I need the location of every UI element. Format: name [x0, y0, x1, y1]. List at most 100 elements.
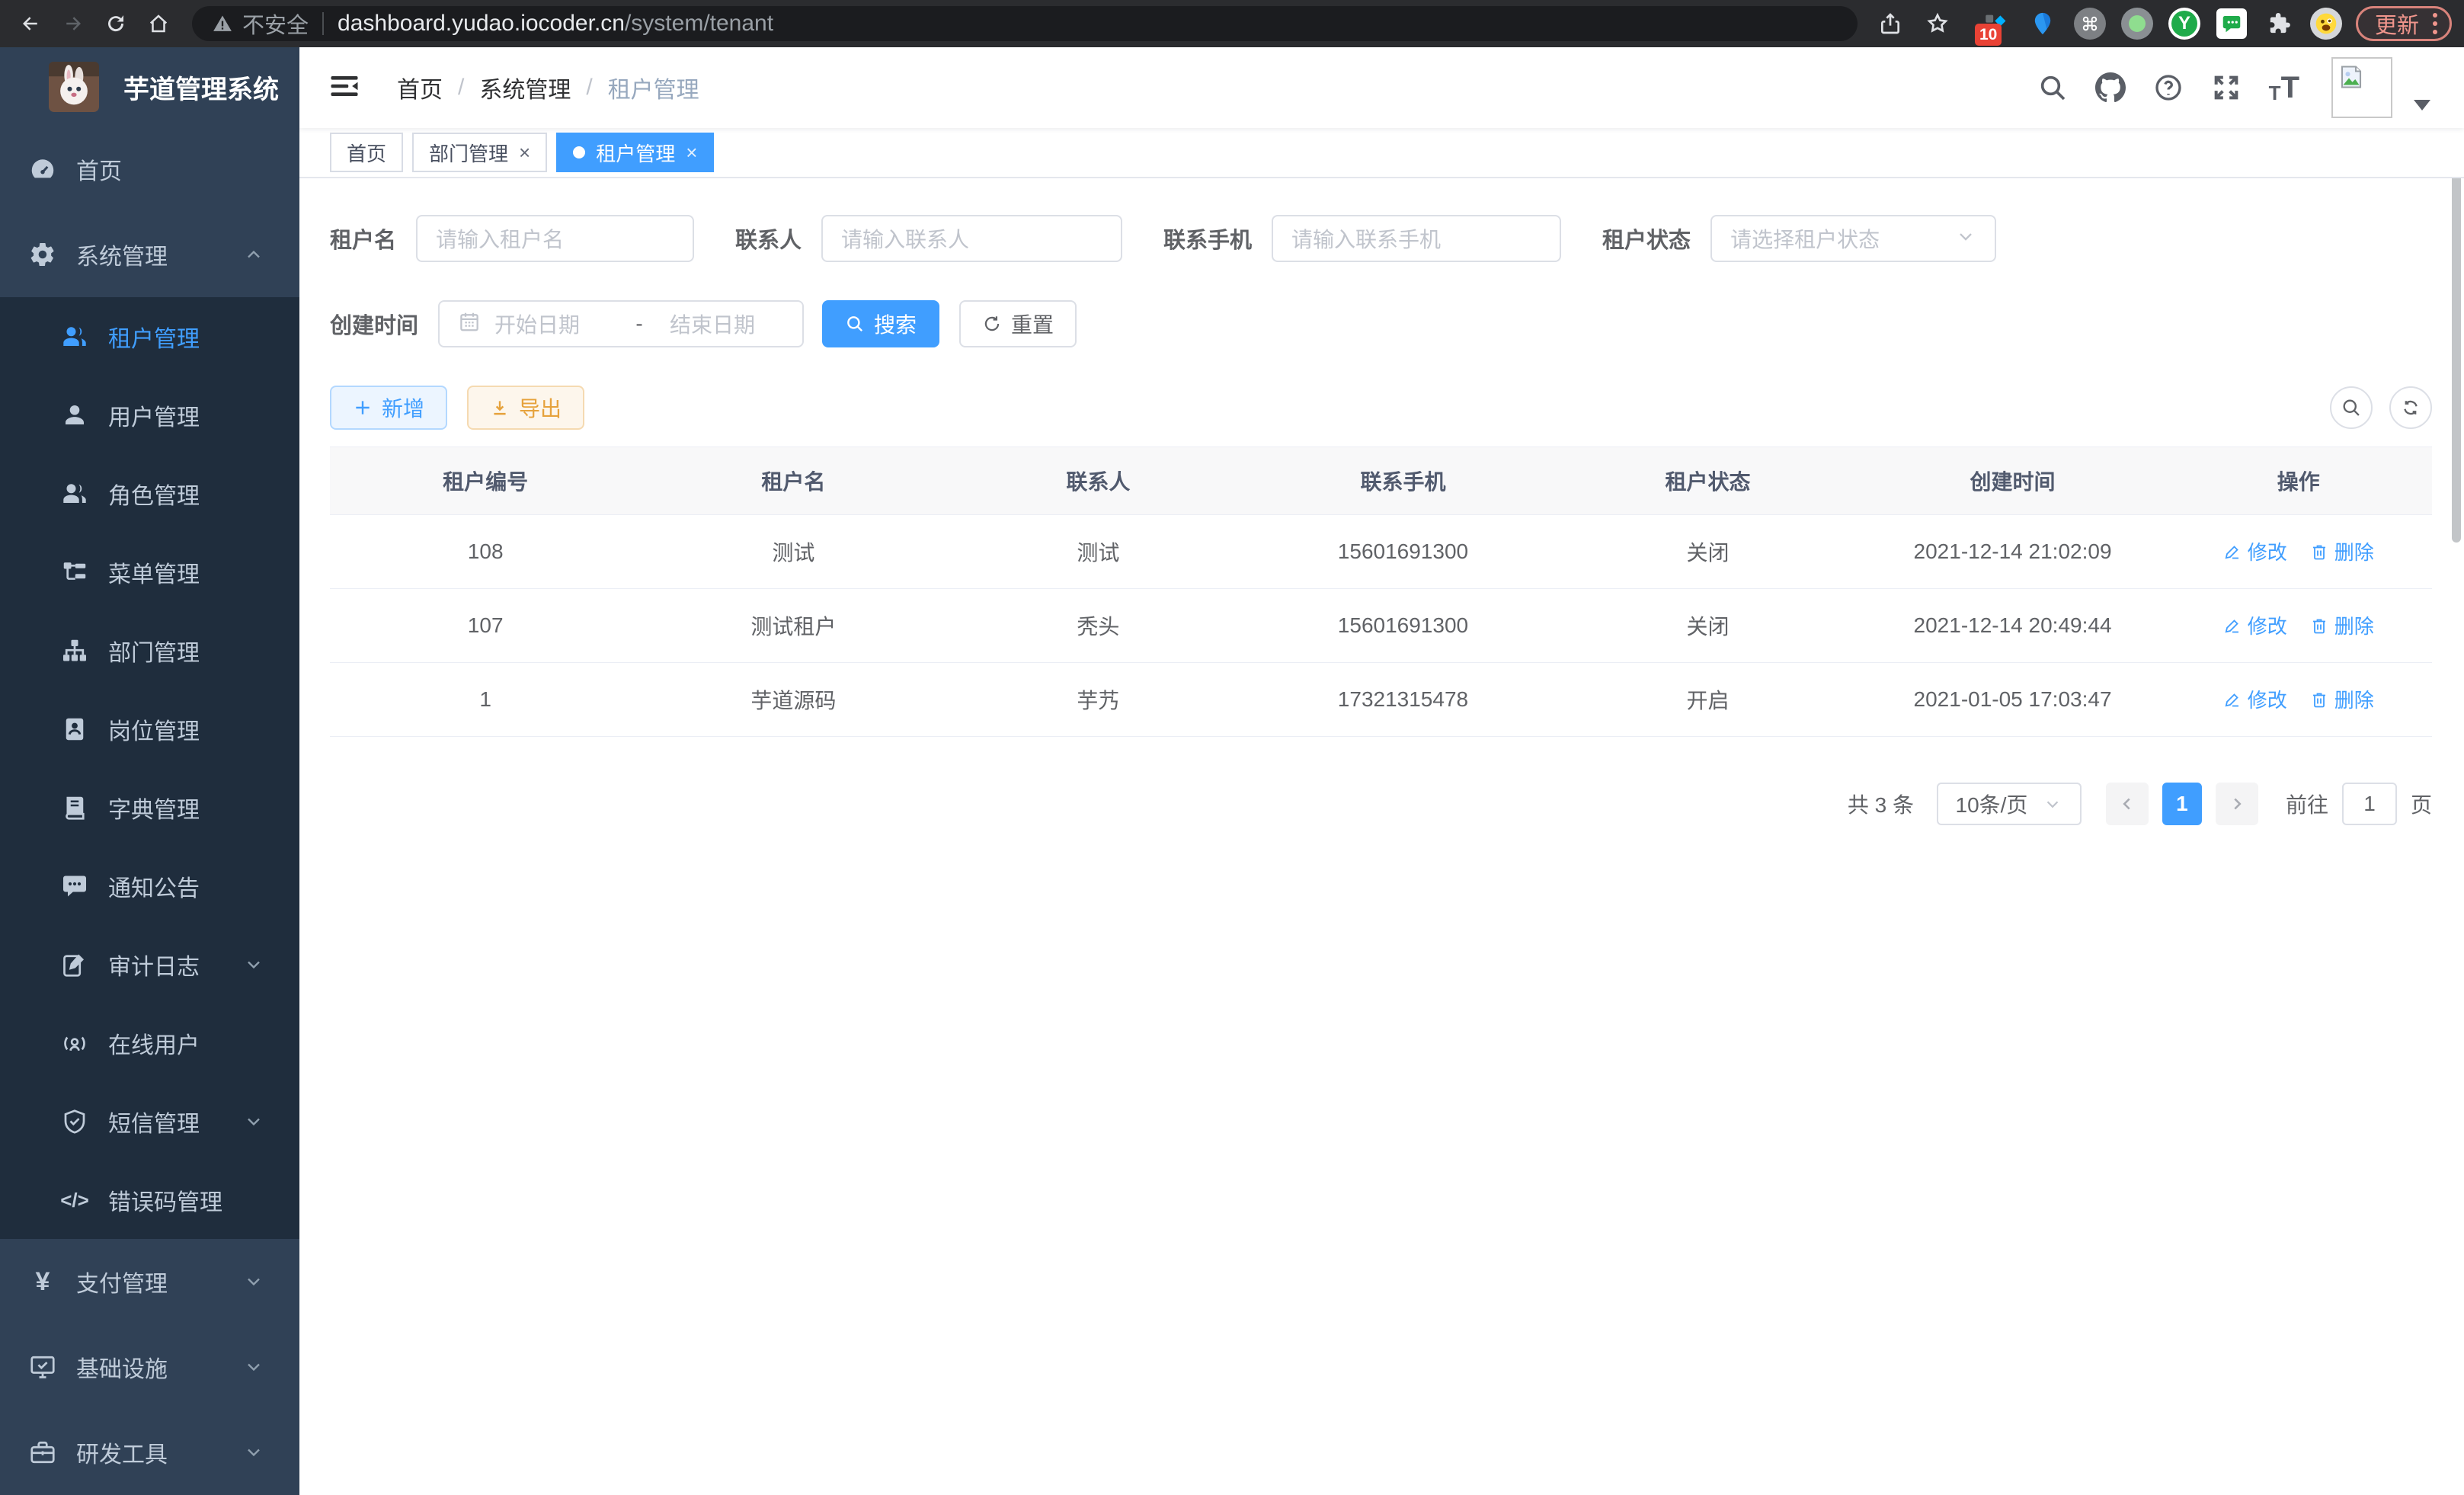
column-header: 租户状态: [1555, 447, 1860, 515]
tab-tenant[interactable]: 租户管理×: [556, 133, 714, 172]
sidebar-item-label: 角色管理: [108, 477, 200, 511]
table-row: 1芋道源码芋艿17321315478开启2021-01-05 17:03:47修…: [330, 663, 2432, 737]
sidebar-item-sms[interactable]: 短信管理: [0, 1082, 299, 1160]
delete-link[interactable]: 删除: [2310, 685, 2374, 713]
page-size-select[interactable]: 10条/页: [1937, 783, 2082, 825]
tab-close-icon[interactable]: ×: [519, 142, 530, 162]
browser-forward-button[interactable]: [55, 5, 91, 42]
sidebar-item-error-code[interactable]: </>错误码管理: [0, 1160, 299, 1239]
page-content: 租户名 请输入租户名 联系人 请输入联系人 联系手机 请输入联系手机 租户状态 …: [299, 178, 2464, 1495]
tenant-name-input[interactable]: 请输入租户名: [416, 215, 694, 262]
back-arrow-icon: [19, 12, 42, 35]
browser-home-button[interactable]: [140, 5, 177, 42]
cell-id: 108: [330, 515, 641, 589]
status-select[interactable]: 请选择租户状态: [1710, 215, 1996, 262]
search-icon: [2341, 397, 2362, 418]
share-button[interactable]: [1873, 6, 1908, 41]
tab-close-icon[interactable]: ×: [686, 142, 697, 162]
page-number-1[interactable]: 1: [2162, 783, 2202, 825]
bookmark-star-button[interactable]: [1920, 6, 1955, 41]
toolbox-icon: [27, 1437, 58, 1468]
sidebar-item-infra[interactable]: 基础设施: [0, 1324, 299, 1410]
delete-link[interactable]: 删除: [2310, 611, 2374, 639]
sidebar-item-label: 审计日志: [108, 948, 200, 981]
reset-button[interactable]: 重置: [959, 300, 1077, 347]
calendar-icon: [458, 310, 481, 338]
kebab-menu-icon[interactable]: [2433, 13, 2437, 34]
toggle-search-button[interactable]: [2330, 386, 2373, 429]
page-url: dashboard.yudao.iocoder.cn/system/tenant: [338, 11, 773, 37]
breadcrumb-item[interactable]: 首页: [397, 71, 443, 104]
contact-label: 联系人: [735, 222, 802, 255]
refresh-table-button[interactable]: [2389, 386, 2432, 429]
emoji-avatar-icon[interactable]: [2309, 6, 2344, 41]
add-button-label: 新增: [382, 392, 424, 423]
edit-link[interactable]: 修改: [2223, 685, 2287, 713]
date-range-input[interactable]: 开始日期 - 结束日期: [438, 300, 804, 347]
fullscreen-button[interactable]: [2211, 72, 2242, 103]
sidebar-item-home[interactable]: 首页: [0, 126, 299, 212]
sidebar-item-label: 研发工具: [76, 1436, 168, 1469]
contact-input[interactable]: 请输入联系人: [821, 215, 1122, 262]
cell-created: 2021-01-05 17:03:47: [1861, 663, 2165, 737]
refresh-icon: [982, 314, 1002, 334]
export-button[interactable]: 导出: [467, 386, 584, 430]
command-extension-icon[interactable]: [2072, 6, 2107, 41]
sidebar-item-dev-tools[interactable]: 研发工具: [0, 1410, 299, 1495]
font-size-button[interactable]: TT: [2269, 72, 2299, 103]
sidebar-collapse-button[interactable]: [328, 70, 363, 105]
add-button[interactable]: 新增: [330, 386, 447, 430]
sidebar-item-label: 部门管理: [108, 634, 200, 667]
tab-dept[interactable]: 部门管理×: [412, 133, 547, 172]
address-bar[interactable]: 不安全 dashboard.yudao.iocoder.cn/system/te…: [192, 6, 1858, 41]
download-icon: [490, 398, 510, 418]
sidebar-item-tenant[interactable]: 租户管理: [0, 297, 299, 376]
avatar-dropdown-caret[interactable]: [2414, 100, 2430, 110]
sidebar-item-user[interactable]: 用户管理: [0, 376, 299, 454]
mobile-input[interactable]: 请输入联系手机: [1272, 215, 1561, 262]
record-extension-icon[interactable]: [2120, 6, 2155, 41]
app-title: 芋道管理系统: [123, 69, 279, 106]
sidebar-logo[interactable]: 芋道管理系统: [0, 47, 299, 126]
sidebar-item-dept[interactable]: 部门管理: [0, 611, 299, 690]
tab-home[interactable]: 首页: [330, 133, 403, 172]
goto-page-input[interactable]: 1: [2342, 783, 2397, 825]
edit-link[interactable]: 修改: [2223, 537, 2287, 565]
hamburger-icon: [328, 70, 360, 102]
sidebar-item-online-user[interactable]: 在线用户: [0, 1004, 299, 1082]
sidebar-item-post[interactable]: 岗位管理: [0, 690, 299, 768]
table-row: 108测试测试15601691300关闭2021-12-14 21:02:09修…: [330, 515, 2432, 589]
next-page-button[interactable]: [2216, 783, 2258, 825]
help-button[interactable]: [2153, 72, 2184, 103]
extensions-puzzle-icon[interactable]: [2261, 6, 2296, 41]
sidebar-item-menu[interactable]: 菜单管理: [0, 533, 299, 611]
sidebar-item-role[interactable]: 角色管理: [0, 454, 299, 533]
sidebar-item-system[interactable]: 系统管理: [0, 212, 299, 297]
sidebar-item-notice[interactable]: 通知公告: [0, 847, 299, 925]
edit-link[interactable]: 修改: [2223, 611, 2287, 639]
header-search-button[interactable]: [2037, 72, 2068, 103]
breadcrumb-item[interactable]: 系统管理: [479, 71, 571, 104]
search-icon: [845, 314, 865, 334]
edit-link-label: 修改: [2248, 537, 2287, 565]
search-button[interactable]: 搜索: [822, 300, 939, 347]
user-avatar[interactable]: [2331, 57, 2392, 118]
browser-reload-button[interactable]: [98, 5, 134, 42]
security-warning[interactable]: 不安全: [212, 8, 309, 40]
prev-page-button[interactable]: [2106, 783, 2149, 825]
y-app-extension-icon[interactable]: Y: [2167, 6, 2202, 41]
browser-update-button[interactable]: 更新: [2356, 6, 2452, 41]
browser-back-button[interactable]: [12, 5, 49, 42]
tampermonkey-extension-icon[interactable]: 10: [1978, 6, 2013, 41]
chat-extension-icon[interactable]: [2214, 6, 2249, 41]
github-link-button[interactable]: [2095, 72, 2126, 103]
edit-pencil-icon: [2223, 543, 2242, 561]
pagination: 共 3 条 10条/页 1 前往 1 页: [330, 783, 2432, 825]
map-pin-extension-icon[interactable]: [2025, 6, 2060, 41]
sidebar-item-audit-log[interactable]: 审计日志: [0, 925, 299, 1004]
table-header-row: 租户编号租户名联系人联系手机租户状态创建时间操作: [330, 447, 2432, 515]
delete-link[interactable]: 删除: [2310, 537, 2374, 565]
sidebar-item-pay[interactable]: ¥支付管理: [0, 1239, 299, 1324]
sidebar-item-dict[interactable]: 字典管理: [0, 768, 299, 847]
chevron-left-icon: [2117, 794, 2137, 814]
